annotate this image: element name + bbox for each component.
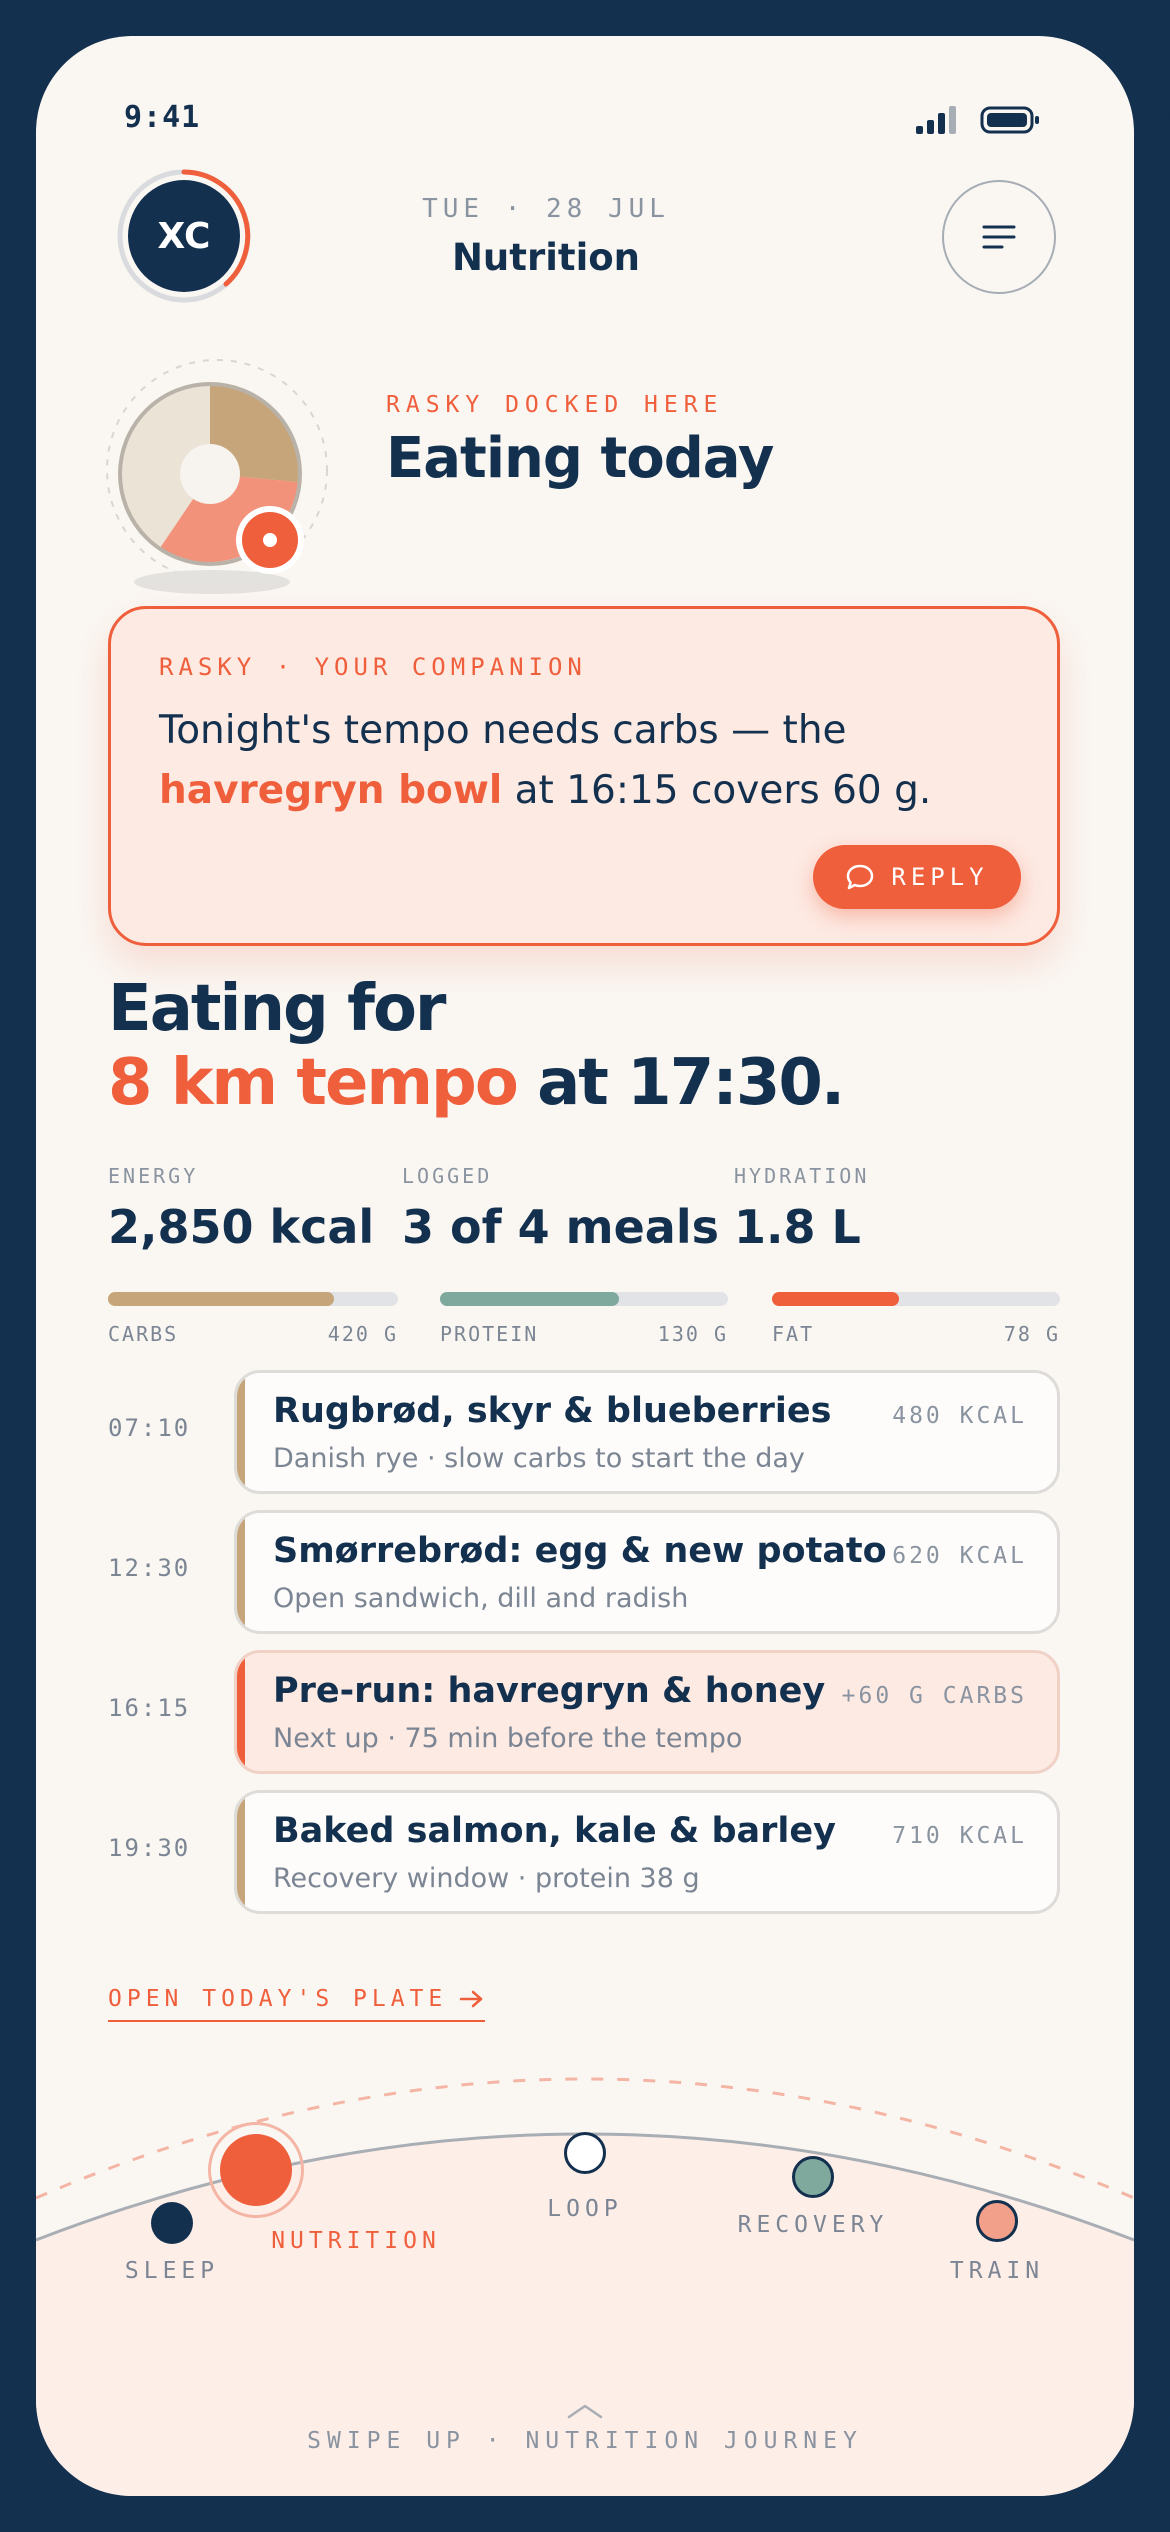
journey-label-loop: LOOP — [547, 2196, 623, 2222]
journey-node-sleep[interactable] — [151, 2202, 193, 2244]
meal-title: Baked salmon, kale & barley — [273, 1811, 836, 1851]
journey-node-loop[interactable] — [564, 2132, 606, 2174]
journey-label-train: TRAIN — [949, 2258, 1045, 2284]
page-title: Nutrition — [451, 236, 641, 279]
section-heading: Eating today — [386, 426, 774, 491]
menu-button[interactable] — [942, 180, 1056, 294]
fat-bar — [772, 1292, 1060, 1306]
eating-for-headline: Eating for 8 km tempo at 17:30. — [108, 972, 845, 1120]
protein-bar — [440, 1292, 728, 1306]
header-date: TUE · 28 JUL — [422, 194, 670, 224]
stat-label: LOGGED — [402, 1164, 493, 1188]
journey-label-sleep: SLEEP — [124, 2258, 220, 2284]
signal-icon — [916, 106, 956, 134]
screen: 9:41 XC TUE · 28 JUL Nutrition RASKY DOC… — [36, 36, 1134, 2496]
rasky-mascot[interactable] — [106, 332, 336, 602]
meal-card-pre-run[interactable]: Pre-run: havregryn & honey Next up · 75 … — [234, 1650, 1060, 1774]
stat-logged: LOGGED 3 of 4 meals — [402, 1164, 719, 1254]
meal-accent-bar — [237, 1513, 245, 1631]
meal-title: Pre-run: havregryn & honey — [273, 1671, 826, 1711]
meal-card-lunch[interactable]: Smørrebrød: egg & new potato Open sandwi… — [234, 1510, 1060, 1634]
open-plate-link[interactable]: OPEN TODAY'S PLATE — [108, 1986, 486, 2022]
carbs-label: CARBS — [108, 1322, 179, 1346]
meal-title: Rugbrød, skyr & blueberries — [273, 1391, 832, 1431]
meal-card-breakfast[interactable]: Rugbrød, skyr & blueberries Danish rye ·… — [234, 1370, 1060, 1494]
companion-label: RASKY · YOUR COMPANION — [159, 653, 587, 681]
companion-message: Tonight's tempo needs carbs — the havregr… — [159, 701, 1019, 821]
companion-card: RASKY · YOUR COMPANION Tonight's tempo n… — [108, 606, 1060, 946]
reply-button[interactable]: REPLY — [813, 845, 1021, 909]
protein-amount: 130 G — [657, 1322, 728, 1346]
chat-bubble-icon — [847, 864, 874, 890]
fat-amount: 78 G — [1003, 1322, 1060, 1346]
open-plate-label: OPEN TODAY'S PLATE — [108, 1986, 448, 2012]
avatar[interactable]: XC — [114, 166, 254, 306]
meal-time: 19:30 — [108, 1834, 191, 1862]
docked-label: RASKY DOCKED HERE — [386, 392, 724, 418]
stat-label: ENERGY — [108, 1164, 199, 1188]
headline-workout: 8 km tempo — [108, 1046, 519, 1120]
journey-node-nutrition[interactable] — [220, 2134, 292, 2206]
meal-card-dinner[interactable]: Baked salmon, kale & barley Recovery win… — [234, 1790, 1060, 1914]
stat-value: 3 of 4 meals — [402, 1200, 719, 1254]
message-text: Tonight's tempo needs carbs — the — [159, 708, 847, 753]
status-time: 9:41 — [124, 100, 201, 135]
avatar-initials: XC — [128, 180, 240, 292]
meal-time: 16:15 — [108, 1694, 191, 1722]
journey-node-recovery[interactable] — [792, 2156, 834, 2198]
headline-time: at 17:30. — [516, 1046, 845, 1120]
journey-label-nutrition: NUTRITION — [271, 2228, 441, 2254]
carbs-bar-fill — [108, 1292, 335, 1306]
meal-kcal: 620 KCAL — [892, 1543, 1027, 1569]
carbs-amount: 420 G — [327, 1322, 398, 1346]
stat-energy: ENERGY 2,850 kcal — [108, 1164, 374, 1254]
meal-accent-bar — [237, 1793, 245, 1911]
meal-kcal: 710 KCAL — [892, 1823, 1027, 1849]
meal-kcal: 480 KCAL — [892, 1403, 1027, 1429]
message-highlight[interactable]: havregryn bowl — [159, 768, 502, 813]
protein-bar-fill — [440, 1292, 619, 1306]
stat-label: HYDRATION — [734, 1164, 870, 1188]
swipe-hint[interactable]: SWIPE UP · NUTRITION JOURNEY — [36, 2428, 1134, 2454]
meal-subtitle: Open sandwich, dill and radish — [273, 1583, 689, 1614]
fat-bar-fill — [772, 1292, 899, 1306]
carbs-bar — [108, 1292, 398, 1306]
device-frame: 9:41 XC TUE · 28 JUL Nutrition RASKY DOC… — [0, 0, 1170, 2532]
meal-time: 12:30 — [108, 1554, 191, 1582]
stat-hydration: HYDRATION 1.8 L — [734, 1164, 869, 1254]
journey-label-recovery: RECOVERY — [737, 2212, 889, 2238]
meal-subtitle: Next up · 75 min before the tempo — [273, 1723, 743, 1754]
fat-label: FAT — [772, 1322, 815, 1346]
reply-label: REPLY — [891, 863, 989, 891]
meal-carbs: +60 G CARBS — [841, 1683, 1027, 1709]
meal-subtitle: Danish rye · slow carbs to start the day — [273, 1443, 805, 1474]
stat-value: 2,850 kcal — [108, 1200, 375, 1254]
meal-accent-bar — [237, 1653, 245, 1771]
stat-value: 1.8 L — [734, 1200, 861, 1254]
battery-icon — [980, 106, 1039, 134]
arrow-right-icon — [460, 1990, 483, 2008]
journey-node-train[interactable] — [976, 2200, 1018, 2242]
chevron-up-icon — [567, 2404, 603, 2419]
menu-icon — [982, 225, 1016, 249]
meal-accent-bar — [237, 1373, 245, 1491]
protein-label: PROTEIN — [440, 1322, 539, 1346]
message-text-end: at 16:15 covers 60 g. — [502, 768, 932, 813]
meal-subtitle: Recovery window · protein 38 g — [273, 1863, 700, 1894]
meal-time: 07:10 — [108, 1414, 191, 1442]
headline-line1: Eating for — [108, 972, 446, 1046]
meal-title: Smørrebrød: egg & new potato — [273, 1531, 887, 1571]
